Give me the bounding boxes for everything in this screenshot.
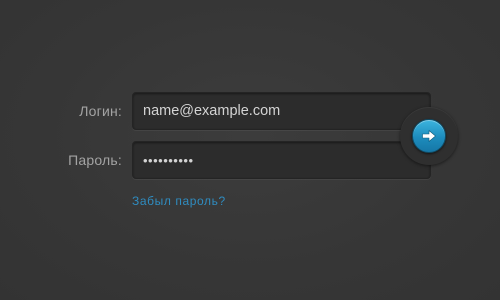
login-field[interactable]	[132, 92, 431, 130]
forgot-password-link[interactable]: Забыл пароль?	[132, 194, 226, 208]
login-input[interactable]	[133, 93, 430, 129]
login-form: Логин: Пароль: Забыл пароль?	[0, 0, 500, 300]
submit-button[interactable]	[412, 119, 446, 153]
password-label: Пароль:	[68, 152, 122, 168]
password-field[interactable]	[132, 141, 431, 179]
login-label: Логин:	[79, 103, 122, 119]
password-input[interactable]	[133, 142, 430, 178]
arrow-right-icon	[422, 130, 436, 142]
